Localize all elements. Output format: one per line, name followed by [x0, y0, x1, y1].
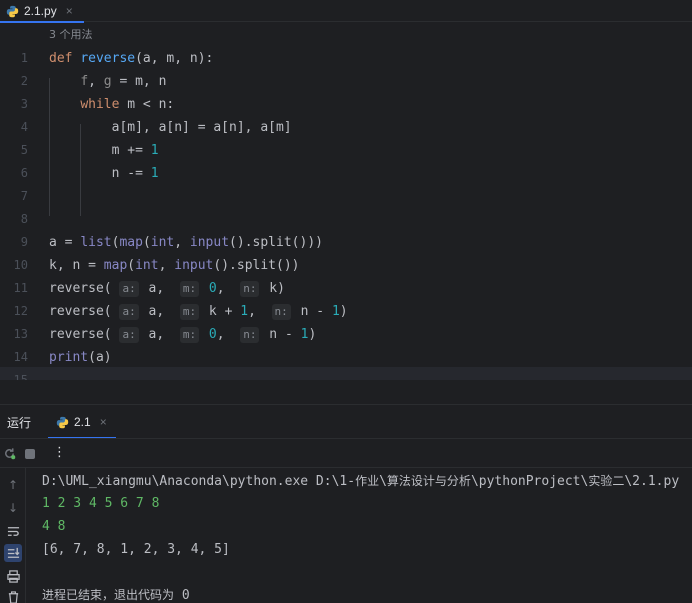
line-number: 6	[20, 166, 28, 180]
python-file-icon	[56, 416, 69, 428]
code-editor[interactable]: 3 个用法 1 2 3 4 5 6 7 8 9 10 11 12 13 14 1…	[0, 23, 692, 380]
user-input: 1 2 3 4 5 6 7 8	[42, 496, 160, 511]
code-line: reverse( a: a, m: k + 1, n: n - 1)	[49, 304, 348, 320]
param-name-hint: a:	[119, 281, 139, 297]
param-name-hint: n:	[240, 281, 260, 297]
line-number: 10	[13, 258, 28, 272]
code-line: while m < n:	[80, 97, 175, 112]
param-name-hint: n:	[271, 304, 291, 320]
trash-icon[interactable]	[4, 588, 22, 603]
command-mid: \pythonProject\	[470, 474, 589, 489]
run-toolbar: ⋮	[0, 438, 692, 468]
run-sidebar: ↑ ↓	[0, 468, 26, 603]
line-number: 5	[20, 143, 28, 157]
code-line: m += 1	[49, 143, 159, 158]
stop-icon[interactable]	[25, 449, 35, 459]
rerun-icon[interactable]	[3, 447, 16, 460]
line-number: 11	[13, 281, 28, 295]
line-number: 14	[13, 350, 28, 364]
line-number: 15	[13, 373, 28, 380]
soft-wrap-icon[interactable]	[4, 522, 22, 540]
code-line: print(a)	[49, 350, 112, 365]
code-line: f, g = m, n	[80, 74, 167, 89]
param-name-hint: a:	[119, 304, 139, 320]
console-output-line: [6, 7, 8, 1, 2, 3, 4, 5]	[42, 542, 230, 557]
console-input-line: 4 8	[42, 516, 65, 538]
python-file-icon	[6, 5, 19, 17]
line-number: 12	[13, 304, 28, 318]
line-number: 8	[20, 212, 28, 226]
line-number: 2	[20, 74, 28, 88]
usage-hint[interactable]: 3 个用法	[49, 26, 93, 42]
param-name-hint: a:	[119, 327, 139, 343]
scroll-to-end-icon[interactable]	[4, 544, 22, 562]
param-name-hint: m:	[179, 327, 200, 343]
user-input: 4 8	[42, 519, 66, 534]
console-input-line: 1 2 3 4 5 6 7 8	[42, 493, 159, 515]
line-number: 3	[20, 97, 28, 111]
line-number: 13	[13, 327, 28, 341]
command-suffix: \2.1.py	[624, 474, 680, 489]
exit-message: 进程已结束，退出代码为	[42, 588, 175, 602]
code-line: a = list(map(int, input().split()))	[49, 235, 323, 250]
command-cjk-3: 实验二	[588, 474, 625, 488]
line-number: 4	[20, 120, 28, 134]
line-number: 9	[20, 235, 28, 249]
command-cjk-2: 算法设计与分析	[386, 474, 471, 488]
code-line: n -= 1	[49, 166, 159, 181]
code-line: reverse( a: a, m: 0, n: k)	[49, 281, 285, 297]
down-arrow-icon[interactable]: ↓	[4, 499, 22, 517]
code-line: k, n = map(int, input().split())	[49, 258, 300, 273]
run-tab-2-1[interactable]: 2.1 ×	[48, 405, 116, 439]
close-icon[interactable]: ×	[66, 4, 73, 18]
more-icon[interactable]: ⋮	[53, 445, 66, 460]
command-prefix: D:\UML_xiangmu\Anaconda\python.exe D:\1-	[42, 474, 356, 489]
code-line: def reverse(a, m, n):	[49, 51, 214, 66]
code-line: reverse( a: a, m: 0, n: n - 1)	[49, 327, 317, 343]
run-tab-label: 2.1	[74, 415, 91, 429]
exit-code: 0	[174, 588, 190, 603]
param-name-hint: n:	[240, 327, 260, 343]
editor-tab-2-1-py[interactable]: 2.1.py ×	[0, 0, 84, 23]
line-number: 7	[20, 189, 28, 203]
up-arrow-icon[interactable]: ↑	[4, 476, 22, 494]
console-command-line: D:\UML_xiangmu\Anaconda\python.exe D:\1-…	[42, 470, 679, 493]
code-line: a[m], a[n] = a[n], a[m]	[49, 120, 292, 135]
close-icon[interactable]: ×	[100, 415, 107, 429]
run-tool-window-header: 运行 2.1 ×	[0, 404, 692, 439]
line-number: 1	[20, 51, 28, 65]
command-cjk-1: 作业	[355, 474, 380, 488]
editor-tab-label: 2.1.py	[24, 4, 57, 18]
console-exit-line: 进程已结束，退出代码为 0	[42, 584, 190, 603]
param-name-hint: m:	[179, 304, 200, 320]
command-sep: \	[379, 474, 387, 489]
print-icon[interactable]	[4, 567, 22, 585]
run-window-title: 运行	[7, 416, 32, 430]
editor-tab-bar: 2.1.py ×	[0, 0, 692, 23]
param-name-hint: m:	[179, 281, 200, 297]
